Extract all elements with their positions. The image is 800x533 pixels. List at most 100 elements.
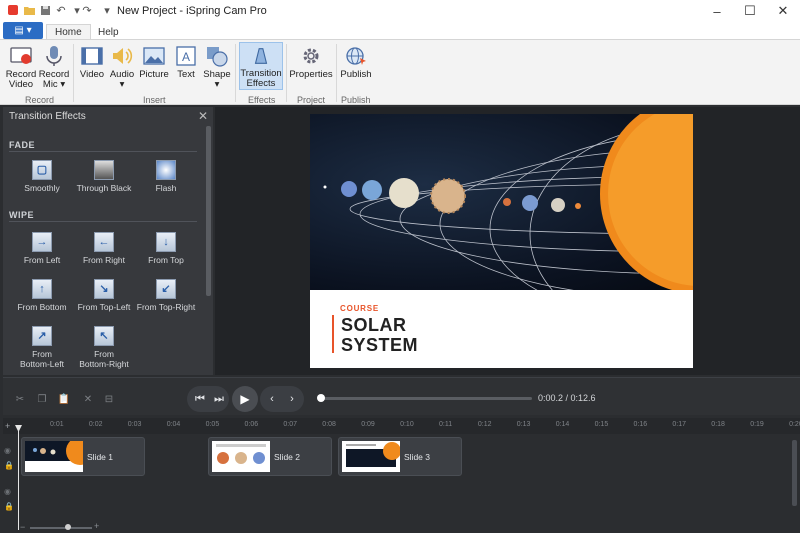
clip-thumbnail — [25, 441, 83, 472]
paste-icon[interactable]: 📋 — [56, 392, 72, 406]
arrow-down-left-icon: ↙ — [156, 279, 176, 299]
effect-from-right[interactable]: ← From Right — [73, 232, 135, 265]
group-separator — [286, 44, 287, 102]
visibility-icon[interactable]: ◉ — [4, 487, 13, 496]
close-button[interactable]: ✕ — [766, 0, 800, 22]
group-separator — [336, 44, 337, 102]
play-button[interactable]: ▶ — [232, 386, 258, 412]
lock-icon[interactable]: 🔒 — [4, 502, 14, 511]
delete-icon[interactable]: ✕ — [80, 392, 96, 406]
time-display: 0:00.2 / 0:12.6 — [538, 393, 596, 403]
ruler-tick: 0:08 — [322, 421, 336, 428]
transition-effects-button[interactable]: Transition Effects — [239, 42, 283, 90]
skip-forward-icon[interactable]: ⏭ — [210, 390, 228, 408]
split-icon[interactable]: ⊟ — [101, 392, 117, 406]
playhead[interactable] — [18, 426, 19, 530]
effect-from-top-right[interactable]: ↙ From Top-Right — [135, 279, 197, 312]
seek-bar[interactable] — [318, 397, 532, 400]
file-menu-icon: ▤ ▾ — [14, 25, 32, 36]
picture-icon — [143, 47, 165, 65]
ruler-tick: 0:02 — [88, 421, 103, 428]
effect-label: From Right — [82, 255, 126, 265]
ruler-tick: 0:13 — [516, 421, 531, 428]
timeline-clip-slide-1[interactable]: Slide 1 — [21, 437, 145, 476]
record-mic-button[interactable]: Record Mic ▾ — [38, 44, 70, 90]
undo-icon[interactable]: ↶ — [54, 3, 68, 17]
cut-icon[interactable]: ✂ — [12, 392, 28, 406]
effect-from-bottom-left[interactable]: ↗ From Bottom-Left — [11, 326, 73, 369]
file-menu-button[interactable]: ▤ ▾ — [3, 22, 43, 39]
audio-button[interactable]: Audio ▾ — [108, 44, 136, 90]
record-video-label: Record Video — [5, 69, 37, 90]
ruler-tick: 0:06 — [244, 421, 259, 428]
microphone-icon — [46, 46, 62, 66]
globe-icon — [346, 47, 366, 65]
zoom-slider-handle[interactable] — [65, 524, 71, 530]
copy-icon[interactable]: ❐ — [34, 392, 50, 406]
redo-icon[interactable]: ↷ — [80, 3, 94, 17]
group-label-record: Record — [25, 95, 55, 105]
panel-close-icon[interactable]: ✕ — [198, 109, 208, 123]
record-video-button[interactable]: Record Video — [5, 44, 37, 90]
timeline-scrollbar[interactable] — [792, 440, 797, 506]
ruler-tick: 0:11 — [439, 421, 453, 428]
properties-button[interactable]: Properties — [289, 44, 333, 80]
customize-icon[interactable]: ▾ — [100, 3, 114, 17]
visibility-icon[interactable]: ◉ — [4, 446, 13, 455]
record-video-icon — [10, 47, 32, 64]
tab-home[interactable]: Home — [46, 24, 91, 40]
open-folder-icon[interactable] — [22, 3, 36, 17]
properties-label: Properties — [289, 69, 333, 80]
panel-scrollbar[interactable] — [206, 126, 211, 296]
fade-black-icon — [94, 160, 114, 180]
next-frame-icon[interactable]: › — [283, 390, 301, 408]
zoom-out-icon[interactable]: − — [20, 522, 25, 532]
publish-label: Publish — [340, 69, 372, 80]
save-icon[interactable] — [38, 3, 52, 17]
effect-from-bottom[interactable]: ↑ From Bottom — [11, 279, 73, 312]
video-label: Video — [79, 69, 105, 80]
ruler-tick: 0:17 — [672, 421, 687, 428]
slide-accent-bar — [332, 315, 334, 353]
effect-label: Smoothly — [24, 183, 60, 193]
group-separator — [235, 44, 236, 102]
slide-preview[interactable]: COURSE SOLAR SYSTEM — [310, 114, 693, 368]
timeline-clip-slide-3[interactable]: Slide 3 — [338, 437, 462, 476]
add-track-icon[interactable]: + — [5, 421, 10, 431]
ruler-tick: 0:18 — [711, 421, 725, 428]
ruler-tick: 0:15 — [594, 421, 609, 428]
effect-from-top[interactable]: ↓ From Top — [135, 232, 197, 265]
picture-button[interactable]: Picture — [138, 44, 170, 80]
ruler-tick: 0:19 — [750, 421, 764, 428]
slide-title-line-1: SOLAR — [341, 315, 407, 335]
ruler-tick: 0:09 — [361, 421, 375, 428]
minimize-button[interactable]: – — [700, 0, 734, 22]
text-button[interactable]: A Text — [172, 44, 200, 80]
effect-label: From Top — [148, 255, 184, 265]
ruler-tick: 0:16 — [633, 421, 648, 428]
video-button[interactable]: Video — [78, 44, 106, 80]
tab-help[interactable]: Help — [90, 24, 127, 40]
effect-flash[interactable]: Flash — [135, 160, 197, 193]
effect-from-left[interactable]: → From Left — [11, 232, 73, 265]
effect-label: From Top-Right — [136, 302, 196, 312]
previous-frame-icon[interactable]: ‹ — [263, 390, 281, 408]
lock-icon[interactable]: 🔒 — [4, 461, 14, 470]
effect-smoothly[interactable]: ▢ Smoothly — [11, 160, 73, 193]
maximize-button[interactable]: ☐ — [733, 0, 767, 22]
shape-button[interactable]: Shape ▾ — [202, 44, 232, 90]
group-label-effects: Effects — [248, 95, 276, 105]
publish-button[interactable]: Publish — [340, 44, 372, 80]
timeline-clip-slide-2[interactable]: Slide 2 — [208, 437, 332, 476]
effect-from-top-left[interactable]: ↘ From Top-Left — [73, 279, 135, 312]
ruler-tick: 0:01 — [50, 421, 64, 428]
zoom-slider[interactable] — [30, 527, 92, 529]
audio-label: Audio ▾ — [109, 69, 135, 90]
effect-from-bottom-right[interactable]: ↖ From Bottom-Right — [73, 326, 135, 369]
gear-icon — [303, 48, 319, 64]
text-label: Text — [177, 69, 195, 80]
ruler-tick: 0:12 — [477, 421, 492, 428]
skip-back-icon[interactable]: ⏮ — [191, 390, 209, 408]
effect-through-black[interactable]: Through Black — [73, 160, 135, 193]
zoom-in-icon[interactable]: + — [94, 521, 99, 531]
